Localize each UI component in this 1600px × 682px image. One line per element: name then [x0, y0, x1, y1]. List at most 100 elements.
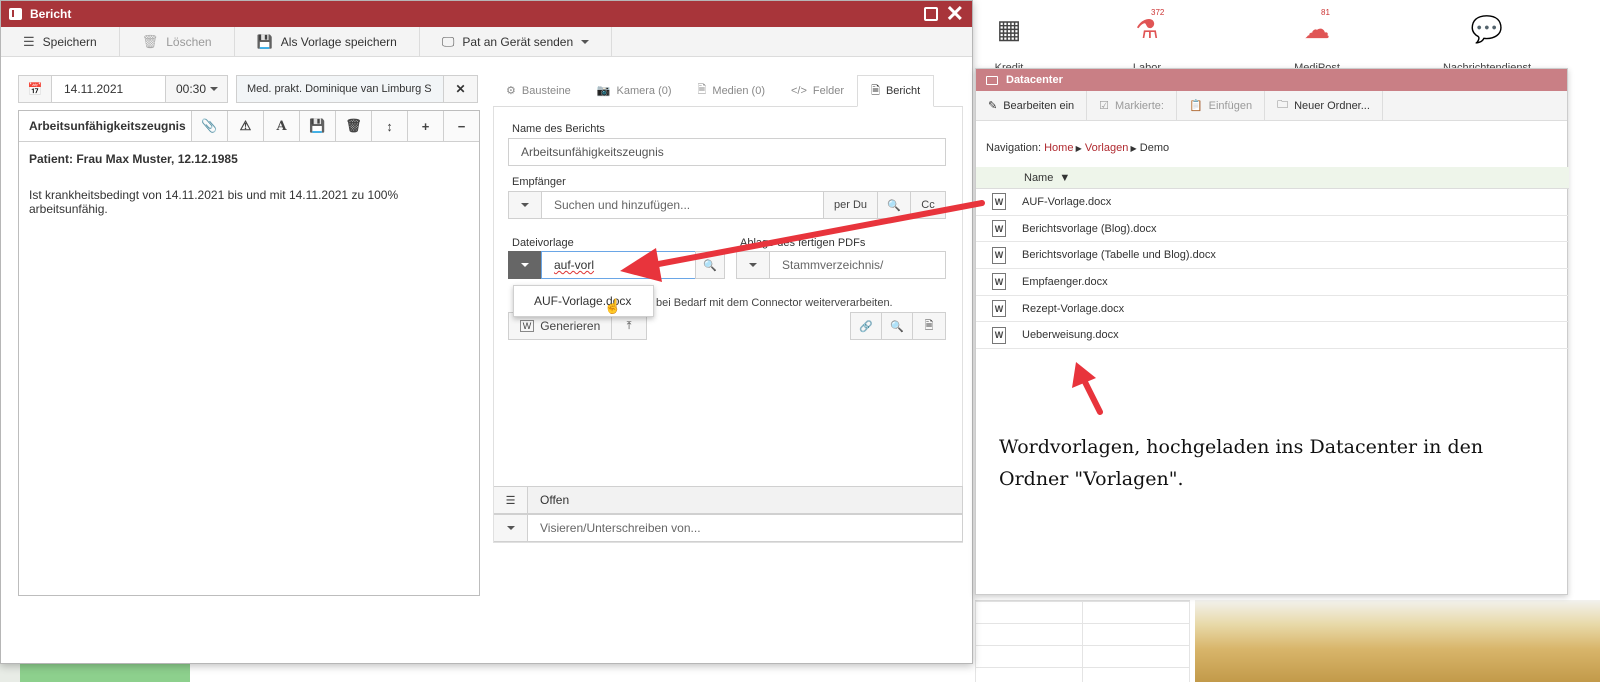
attach-button[interactable]: 📎	[191, 111, 227, 141]
report-editor: Arbeitsunfähigkeitszeugnis 📎 ⚠ A 💾 🗑 ↕ +…	[18, 110, 480, 596]
window-title: Bericht	[30, 7, 72, 21]
name-label: Name des Berichts	[512, 123, 605, 135]
save-button[interactable]: ☰ Speichern	[1, 27, 120, 56]
app-item-kredit[interactable]: ▦ Kredit	[979, 14, 1039, 74]
report-form: Name des Berichts Arbeitsunfähigkeitszeu…	[493, 107, 963, 543]
edit-button[interactable]: ✎ Bearbeiten ein	[976, 91, 1088, 120]
tab-bausteine[interactable]: ⚙ Bausteine	[493, 75, 584, 106]
preview-search-button[interactable]: 🔍	[881, 312, 913, 340]
template-suggestion[interactable]: AUF-Vorlage.docx ☝	[513, 285, 654, 317]
breadcrumb: Navigation: Home ▶ Vorlagen ▶ Demo	[986, 142, 1170, 154]
date-field[interactable]: 14.11.2021	[52, 75, 166, 103]
sign-dropdown-button[interactable]	[494, 514, 528, 542]
table-header[interactable]: Name ▼	[976, 167, 1569, 189]
sort-down-icon: ▼	[1059, 171, 1071, 184]
template-search-button[interactable]: 🔍	[695, 251, 725, 279]
chevron-down-icon	[521, 263, 529, 267]
status-list-button[interactable]: ☰	[494, 486, 528, 514]
font-button[interactable]: A	[263, 111, 299, 141]
editor-body[interactable]: Patient: Frau Max Muster, 12.12.1985 Ist…	[19, 142, 479, 226]
plus-icon: +	[421, 118, 430, 134]
report-tabs: ⚙ Bausteine 📷 Kamera (0) 🗎 Medien (0) </> Fe…	[493, 75, 963, 107]
search-icon: 🔍	[703, 259, 717, 272]
send-device-button[interactable]: 🖵 Pat an Gerät senden	[420, 27, 613, 56]
resize-button[interactable]: ↕	[371, 111, 407, 141]
recipient-search-button[interactable]: 🔍	[877, 191, 911, 219]
table-row[interactable]: W Berichtsvorlage (Blog).docx	[976, 216, 1569, 243]
template-input[interactable]: auf-vorl	[541, 251, 696, 279]
table-row[interactable]: W Empfaenger.docx	[976, 269, 1569, 296]
chat-icon: 💬	[1470, 14, 1504, 44]
tab-kamera[interactable]: 📷 Kamera (0)	[584, 75, 685, 106]
breadcrumb-home[interactable]: Home	[1044, 142, 1073, 154]
app-item-medipost[interactable]: ☁ 81 MediPost	[1287, 8, 1347, 74]
status-field: Offen	[527, 486, 963, 514]
report-name-input[interactable]: Arbeitsunfähigkeitszeugnis	[508, 138, 946, 166]
datacenter-window: Datacenter ✎ Bearbeiten ein ☑ Markierte:…	[975, 68, 1569, 595]
chevron-down-icon	[506, 526, 515, 530]
table-row[interactable]: W Ueberweisung.docx	[976, 322, 1569, 350]
template-dropdown-button[interactable]	[508, 251, 542, 279]
clear-doctor-button[interactable]: ✕	[444, 75, 478, 103]
doctor-field[interactable]: Med. prakt. Dominique van Limburg S	[236, 75, 444, 103]
remove-button[interactable]: −	[443, 111, 479, 141]
app-item-labor[interactable]: ⚗ 372 Labor	[1117, 8, 1177, 74]
delete-button[interactable]: 🗑 Löschen	[120, 27, 235, 56]
recipient-dropdown-button[interactable]	[508, 191, 542, 219]
new-folder-button[interactable]: 🗀 Neuer Ordner...	[1265, 91, 1383, 120]
paperclip-icon: 📎	[201, 118, 218, 133]
maximize-button[interactable]	[924, 7, 938, 21]
pdf-icon: 🗎	[924, 319, 934, 332]
time-select[interactable]: 00:30	[166, 75, 228, 103]
paste-button[interactable]: 📋 Einfügen	[1177, 91, 1266, 120]
file-icon: 🗎	[697, 84, 707, 96]
marked-button[interactable]: ☑ Markierte:	[1087, 91, 1177, 120]
floppy-icon: 💾	[309, 118, 326, 133]
app-toolbar: ▦ Kredit ⚗ 372 Labor ☁ 81 MediPost 💬 Nac…	[975, 0, 1600, 74]
template-label: Dateivorlage	[512, 237, 574, 249]
folder-icon: 🗀	[1277, 99, 1289, 111]
pdf-button[interactable]: 🗎	[912, 312, 946, 340]
database-icon: ☰	[23, 33, 35, 49]
folder-icon	[986, 75, 998, 85]
background-grid	[975, 600, 1190, 682]
sign-input[interactable]: Visieren/Unterschreiben von...	[527, 514, 963, 542]
tab-medien[interactable]: 🗎 Medien (0)	[685, 75, 778, 106]
calculator-icon: ▦	[996, 14, 1022, 44]
search-icon: 🔍	[890, 320, 904, 333]
annotation-caption: Wordvorlagen, hochgeladen ins Datacenter…	[999, 436, 1484, 490]
per-du-button[interactable]: per Du	[823, 191, 878, 219]
breadcrumb-demo: Demo	[1139, 142, 1170, 154]
paste-icon: 📋	[1188, 100, 1203, 112]
save-template-button[interactable]: 💾 Als Vorlage speichern	[235, 27, 420, 56]
upload-icon: ⤒	[626, 319, 632, 332]
checkbox-icon: ☑	[1099, 100, 1110, 112]
chevron-down-icon	[210, 87, 219, 91]
breadcrumb-vorlagen[interactable]: Vorlagen	[1085, 142, 1128, 154]
link-button[interactable]: 🔗	[850, 312, 882, 340]
tab-felder[interactable]: </> Felder	[778, 75, 857, 106]
word-icon: W	[519, 320, 535, 332]
warning-button[interactable]: ⚠	[227, 111, 263, 141]
table-row[interactable]: W AUF-Vorlage.docx	[976, 189, 1569, 216]
book-icon	[9, 8, 22, 20]
pdf-location-dropdown-button[interactable]	[736, 251, 770, 279]
trash-icon: 🗑	[345, 118, 362, 133]
link-icon: 🔗	[859, 320, 873, 333]
column-name: Name	[1024, 171, 1054, 184]
add-button[interactable]: +	[407, 111, 443, 141]
recipient-search-input[interactable]: Suchen und hinzufügen...	[541, 191, 824, 219]
connector-hint: bei Bedarf mit dem Connector weiterverar…	[656, 297, 893, 309]
chevron-down-icon	[749, 263, 757, 267]
editor-save-button[interactable]: 💾	[299, 111, 335, 141]
cc-button[interactable]: Cc	[910, 191, 946, 219]
pdf-location-input[interactable]: Stammverzeichnis/	[769, 251, 946, 279]
font-icon: A	[276, 118, 287, 134]
editor-delete-button[interactable]: 🗑	[335, 111, 371, 141]
table-row[interactable]: W Berichtsvorlage (Tabelle und Blog).doc…	[976, 242, 1569, 270]
calendar-button[interactable]: 📅	[18, 75, 52, 103]
tab-bericht[interactable]: 🗎 Bericht	[857, 75, 935, 107]
close-button[interactable]: ✕	[946, 2, 964, 26]
table-row[interactable]: W Rezept-Vorlage.docx	[976, 296, 1569, 323]
app-item-nachrichtendienst[interactable]: 💬 Nachrichtendienst	[1443, 14, 1531, 74]
